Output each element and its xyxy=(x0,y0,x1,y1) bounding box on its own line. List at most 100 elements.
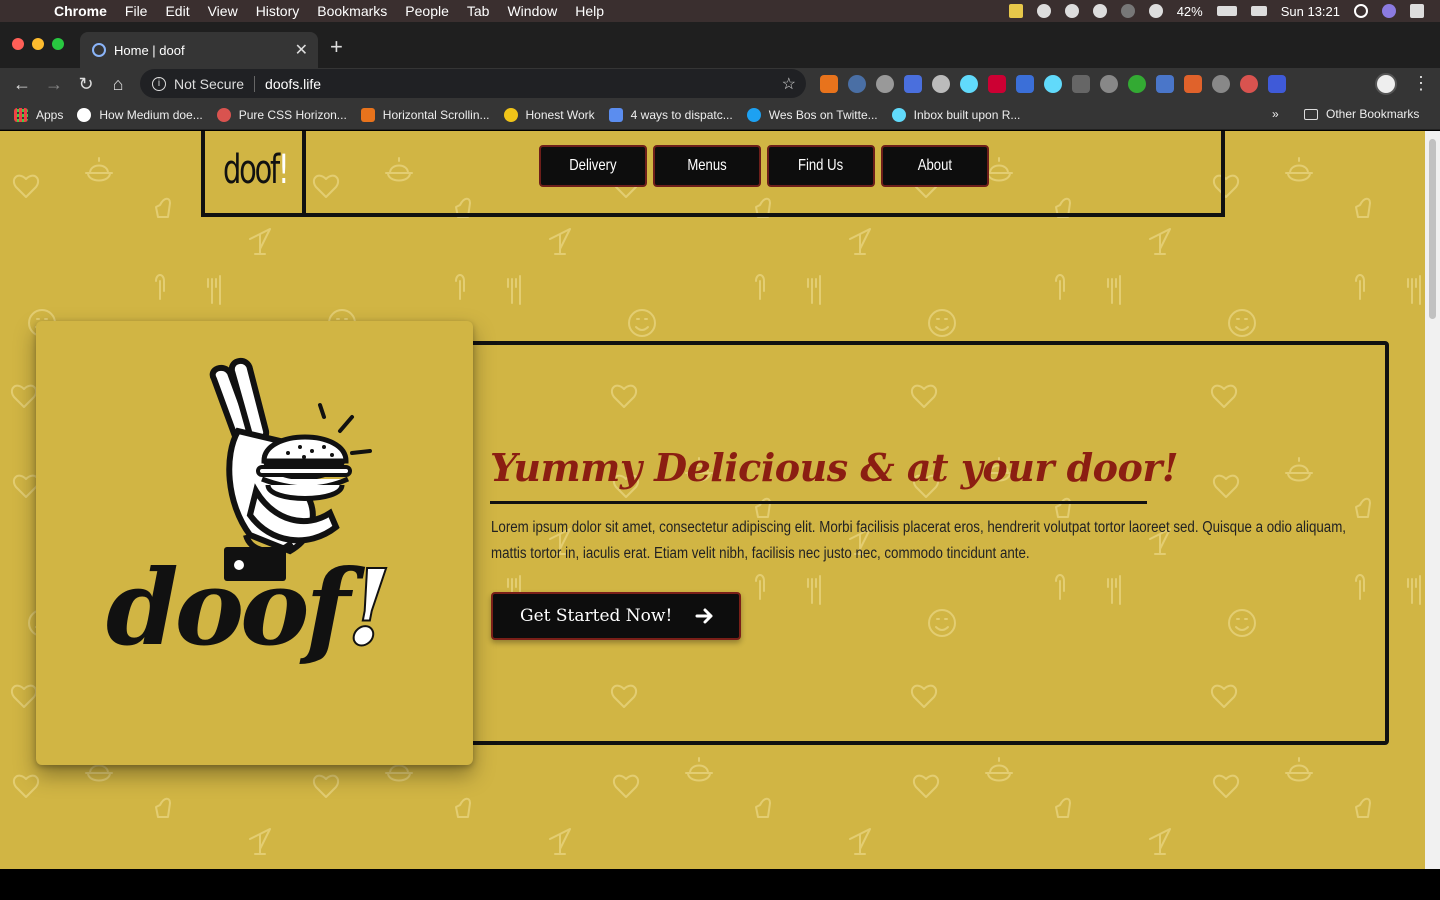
bookmark-label: Wes Bos on Twitte... xyxy=(768,107,878,122)
menu-file[interactable]: File xyxy=(125,3,148,19)
menu-window[interactable]: Window xyxy=(507,3,557,19)
window-controls xyxy=(12,38,64,50)
hero-title-underline xyxy=(490,501,1147,504)
nav-label: About xyxy=(917,157,953,174)
info-icon[interactable]: i xyxy=(152,76,166,91)
extension-icon[interactable] xyxy=(904,75,922,93)
extension-icon[interactable] xyxy=(820,75,838,93)
extension-icon[interactable] xyxy=(1268,75,1286,93)
bottom-black-bar xyxy=(0,869,1440,900)
card-logo-wordmark: doof! xyxy=(106,552,393,664)
bookmark-item[interactable]: Inbox built upon R... xyxy=(891,107,1021,122)
bookmark-item[interactable]: Horizontal Scrollin... xyxy=(360,107,490,122)
url-text[interactable]: doofs.life xyxy=(265,76,321,92)
bluetooth-icon[interactable] xyxy=(1120,4,1135,18)
browser-tab-active[interactable]: Home | doof ✕ xyxy=(80,32,318,68)
new-tab-button[interactable]: + xyxy=(330,36,343,58)
macos-menu-bar: Chrome File Edit View History Bookmarks … xyxy=(0,0,1440,22)
nav-find-us-button[interactable]: Find Us xyxy=(767,145,875,187)
react-devtools-icon[interactable] xyxy=(1044,75,1062,93)
bookmark-item[interactable]: Honest Work xyxy=(503,107,595,122)
reload-icon[interactable]: ↻ xyxy=(70,74,102,95)
scrollbar-thumb[interactable] xyxy=(1429,139,1436,319)
bookmark-label: Horizontal Scrollin... xyxy=(382,107,490,122)
extension-icon[interactable] xyxy=(932,75,950,93)
bookmark-item[interactable]: 4 ways to dispatc... xyxy=(608,107,733,122)
minimize-window-button[interactable] xyxy=(32,38,44,50)
site-header: doof! Delivery Menus Find Us About xyxy=(201,131,1225,217)
menubar-clock[interactable]: Sun 13:21 xyxy=(1281,4,1340,19)
spotlight-search-icon[interactable] xyxy=(1354,4,1368,18)
menu-edit[interactable]: Edit xyxy=(165,3,189,19)
address-bar[interactable]: i Not Secure doofs.life ☆ xyxy=(140,69,806,98)
hero-description: Lorem ipsum dolor sit amet, consectetur … xyxy=(491,519,1347,562)
evernote-icon[interactable] xyxy=(1036,4,1051,18)
extension-icon[interactable] xyxy=(876,75,894,93)
security-status: Not Secure xyxy=(174,75,245,92)
zoom-window-button[interactable] xyxy=(52,38,64,50)
menu-bookmarks[interactable]: Bookmarks xyxy=(317,3,387,19)
chrome-menu-icon[interactable]: ⋮ xyxy=(1412,73,1430,94)
twitter-bird-icon xyxy=(746,107,761,122)
cta-label: Get Started Now! xyxy=(520,606,673,626)
menu-app-chrome[interactable]: Chrome xyxy=(54,3,107,19)
browser-toolbar: ← → ↻ ⌂ i Not Secure doofs.life ☆ ⋮ xyxy=(0,68,1440,100)
bookmark-item[interactable]: Pure CSS Horizon... xyxy=(216,107,347,122)
site-logo[interactable]: doof! xyxy=(223,147,290,193)
nav-menus-button[interactable]: Menus xyxy=(653,145,761,187)
bookmark-label: Inbox built upon R... xyxy=(913,107,1021,122)
extension-icon[interactable] xyxy=(988,75,1006,93)
map-pin-icon[interactable] xyxy=(1100,75,1118,93)
css-tricks-icon xyxy=(360,107,375,122)
bookmark-item[interactable]: How Medium doe... xyxy=(77,107,203,122)
apps-grid-icon xyxy=(14,107,28,122)
back-arrow-icon[interactable]: ← xyxy=(6,74,38,95)
menu-people[interactable]: People xyxy=(405,3,449,19)
page-scrollbar[interactable] xyxy=(1425,131,1440,869)
extension-icon[interactable] xyxy=(848,75,866,93)
profile-avatar[interactable] xyxy=(1375,73,1397,95)
menu-tab[interactable]: Tab xyxy=(467,3,490,19)
site-logo-box[interactable]: doof! xyxy=(205,131,306,213)
battery-icon[interactable] xyxy=(1216,6,1237,16)
menu-help[interactable]: Help xyxy=(575,3,604,19)
close-window-button[interactable] xyxy=(12,38,24,50)
other-bookmarks[interactable]: Other Bookmarks xyxy=(1304,107,1419,121)
page-viewport: doof! Delivery Menus Find Us About doof!… xyxy=(0,131,1425,869)
extension-icon[interactable] xyxy=(1240,75,1258,93)
flag-us-icon[interactable] xyxy=(1250,6,1267,16)
bookmarks-overflow-chevron-icon[interactable]: » xyxy=(1272,107,1279,121)
site-nav: Delivery Menus Find Us About xyxy=(539,145,989,187)
home-icon[interactable]: ⌂ xyxy=(102,74,134,95)
bookmark-label: How Medium doe... xyxy=(99,107,203,122)
wifi-icon[interactable] xyxy=(1148,4,1163,18)
siri-icon[interactable] xyxy=(1382,4,1396,18)
site-logo-text: doof xyxy=(223,147,280,193)
extension-icon[interactable] xyxy=(1184,75,1202,93)
bookmark-star-icon[interactable]: ☆ xyxy=(782,74,796,94)
bookmark-item[interactable]: Wes Bos on Twitte... xyxy=(746,107,878,122)
extension-icon[interactable] xyxy=(1016,75,1034,93)
site-logo-bang: ! xyxy=(278,147,290,193)
nav-delivery-button[interactable]: Delivery xyxy=(539,145,647,187)
menu-history[interactable]: History xyxy=(256,3,300,19)
bookmark-label: Pure CSS Horizon... xyxy=(238,107,347,122)
extension-icon[interactable] xyxy=(1212,75,1230,93)
get-started-button[interactable]: Get Started Now! xyxy=(491,592,741,640)
nav-about-button[interactable]: About xyxy=(881,145,989,187)
notification-badge-icon[interactable] xyxy=(1092,4,1107,18)
extension-icon[interactable] xyxy=(1156,75,1174,93)
arrow-right-icon xyxy=(695,608,713,624)
extension-icon[interactable] xyxy=(1128,75,1146,93)
nav-label: Menus xyxy=(687,157,727,174)
forward-arrow-icon[interactable]: → xyxy=(38,74,70,95)
shield-icon[interactable] xyxy=(1008,4,1023,18)
notification-center-icon[interactable] xyxy=(1410,4,1424,18)
tab-close-icon[interactable]: ✕ xyxy=(295,40,308,60)
clock-icon[interactable] xyxy=(1064,4,1079,18)
bookmark-apps[interactable]: Apps xyxy=(14,107,63,122)
extension-icon[interactable] xyxy=(1072,75,1090,93)
tab-favicon-icon xyxy=(92,43,106,57)
menu-view[interactable]: View xyxy=(208,3,238,19)
react-devtools-icon[interactable] xyxy=(960,75,978,93)
